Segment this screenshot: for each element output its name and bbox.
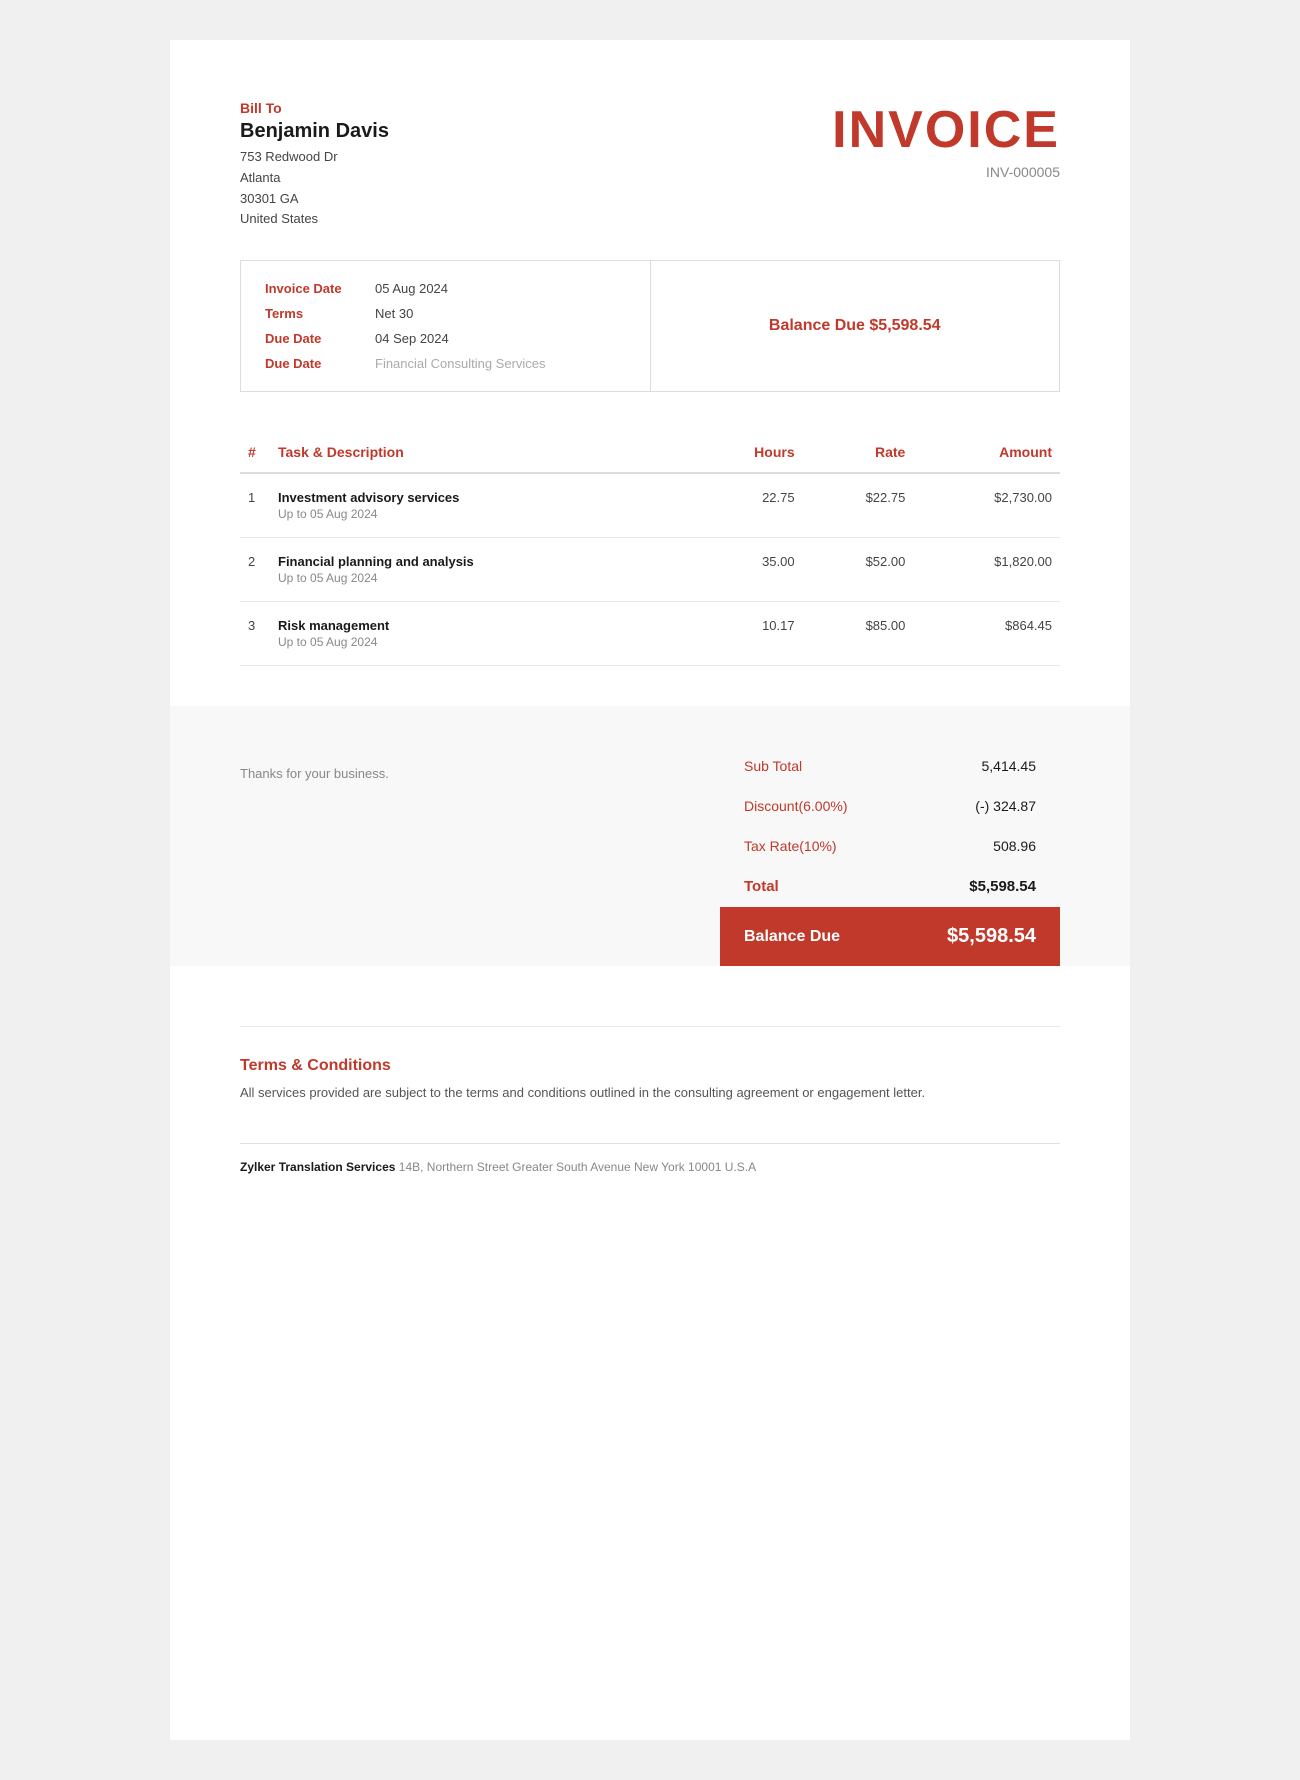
footer-area: Thanks for your business. Sub Total 5,41… bbox=[170, 706, 1130, 966]
terms-label: Terms bbox=[265, 306, 375, 321]
row-rate: $85.00 bbox=[803, 602, 914, 666]
col-rate: Rate bbox=[803, 432, 914, 473]
company-name: Zylker Translation Services bbox=[240, 1160, 395, 1174]
total-value: $5,598.54 bbox=[969, 878, 1036, 895]
address-line3: 30301 GA bbox=[240, 189, 389, 210]
due-date-row2: Due Date Financial Consulting Services bbox=[265, 356, 626, 371]
row-hours: 10.17 bbox=[691, 602, 803, 666]
row-hours: 22.75 bbox=[691, 473, 803, 538]
tax-label: Tax Rate(10%) bbox=[744, 838, 837, 854]
terms-text: All services provided are subject to the… bbox=[240, 1083, 1060, 1103]
terms-section: Terms & Conditions All services provided… bbox=[240, 1026, 1060, 1103]
meta-right: Balance Due $5,598.54 bbox=[651, 261, 1060, 391]
row-hours: 35.00 bbox=[691, 538, 803, 602]
client-name: Benjamin Davis bbox=[240, 120, 389, 143]
row-description: Financial planning and analysis Up to 05… bbox=[270, 538, 691, 602]
invoice-date-label: Invoice Date bbox=[265, 281, 375, 296]
row-amount: $1,820.00 bbox=[913, 538, 1060, 602]
company-address-text: 14B, Northern Street Greater South Avenu… bbox=[399, 1160, 756, 1174]
row-rate: $52.00 bbox=[803, 538, 914, 602]
terms-title: Terms & Conditions bbox=[240, 1057, 1060, 1075]
table-row: 1 Investment advisory services Up to 05 … bbox=[240, 473, 1060, 538]
row-num: 1 bbox=[240, 473, 270, 538]
bottom-footer: Zylker Translation Services 14B, Norther… bbox=[240, 1143, 1060, 1174]
col-description: Task & Description bbox=[270, 432, 691, 473]
address-line2: Atlanta bbox=[240, 168, 389, 189]
totals-block: Sub Total 5,414.45 Discount(6.00%) (-) 3… bbox=[720, 746, 1060, 966]
discount-value: (-) 324.87 bbox=[975, 798, 1036, 814]
discount-label: Discount(6.00%) bbox=[744, 798, 848, 814]
row-num: 3 bbox=[240, 602, 270, 666]
due-date-row: Due Date 04 Sep 2024 bbox=[265, 331, 626, 346]
balance-due-header-box: Balance Due $5,598.54 bbox=[769, 317, 941, 335]
row-amount: $2,730.00 bbox=[913, 473, 1060, 538]
item-description-main: Financial planning and analysis bbox=[278, 554, 683, 569]
balance-due-row: Balance Due $5,598.54 bbox=[720, 907, 1060, 966]
invoice-title: INVOICE bbox=[832, 100, 1060, 160]
discount-row: Discount(6.00%) (-) 324.87 bbox=[720, 786, 1060, 826]
balance-due-header-value: $5,598.54 bbox=[869, 317, 940, 334]
subtotal-label: Sub Total bbox=[744, 758, 802, 774]
meta-section: Invoice Date 05 Aug 2024 Terms Net 30 Du… bbox=[240, 260, 1060, 392]
balance-due-final-value: $5,598.54 bbox=[947, 925, 1036, 948]
tax-value: 508.96 bbox=[993, 838, 1036, 854]
row-rate: $22.75 bbox=[803, 473, 914, 538]
col-amount: Amount bbox=[913, 432, 1060, 473]
row-description: Investment advisory services Up to 05 Au… bbox=[270, 473, 691, 538]
due-date-value2: Financial Consulting Services bbox=[375, 356, 546, 371]
bill-to-block: Bill To Benjamin Davis 753 Redwood Dr At… bbox=[240, 100, 389, 230]
client-address: 753 Redwood Dr Atlanta 30301 GA United S… bbox=[240, 147, 389, 230]
items-table: # Task & Description Hours Rate Amount 1… bbox=[240, 432, 1060, 666]
invoice-date-row: Invoice Date 05 Aug 2024 bbox=[265, 281, 626, 296]
balance-due-header-label: Balance Due $5,598.54 bbox=[769, 317, 941, 335]
item-sub-desc: Up to 05 Aug 2024 bbox=[278, 507, 683, 521]
thanks-note: Thanks for your business. bbox=[240, 746, 389, 821]
due-date-label: Due Date bbox=[265, 331, 375, 346]
terms-value: Net 30 bbox=[375, 306, 413, 321]
bill-to-label: Bill To bbox=[240, 100, 389, 116]
address-line1: 753 Redwood Dr bbox=[240, 147, 389, 168]
invoice-page: Bill To Benjamin Davis 753 Redwood Dr At… bbox=[170, 40, 1130, 1740]
address-line4: United States bbox=[240, 209, 389, 230]
invoice-date-value: 05 Aug 2024 bbox=[375, 281, 448, 296]
row-description: Risk management Up to 05 Aug 2024 bbox=[270, 602, 691, 666]
item-sub-desc: Up to 05 Aug 2024 bbox=[278, 571, 683, 585]
table-row: 3 Risk management Up to 05 Aug 2024 10.1… bbox=[240, 602, 1060, 666]
subtotal-value: 5,414.45 bbox=[982, 758, 1037, 774]
balance-due-text: Balance Due bbox=[769, 317, 869, 334]
col-num: # bbox=[240, 432, 270, 473]
balance-due-final-label: Balance Due bbox=[744, 928, 840, 946]
col-hours: Hours bbox=[691, 432, 803, 473]
total-label: Total bbox=[744, 878, 779, 895]
total-row: Total $5,598.54 bbox=[720, 866, 1060, 907]
item-description-main: Risk management bbox=[278, 618, 683, 633]
footer-inner: Thanks for your business. Sub Total 5,41… bbox=[240, 746, 1060, 966]
item-description-main: Investment advisory services bbox=[278, 490, 683, 505]
invoice-number: INV-000005 bbox=[832, 164, 1060, 180]
item-sub-desc: Up to 05 Aug 2024 bbox=[278, 635, 683, 649]
header-section: Bill To Benjamin Davis 753 Redwood Dr At… bbox=[240, 100, 1060, 230]
due-date-value: 04 Sep 2024 bbox=[375, 331, 449, 346]
row-num: 2 bbox=[240, 538, 270, 602]
table-row: 2 Financial planning and analysis Up to … bbox=[240, 538, 1060, 602]
table-header-row: # Task & Description Hours Rate Amount bbox=[240, 432, 1060, 473]
tax-row: Tax Rate(10%) 508.96 bbox=[720, 826, 1060, 866]
due-date-label2: Due Date bbox=[265, 356, 375, 371]
row-amount: $864.45 bbox=[913, 602, 1060, 666]
terms-row: Terms Net 30 bbox=[265, 306, 626, 321]
invoice-title-block: INVOICE INV-000005 bbox=[832, 100, 1060, 180]
subtotal-row: Sub Total 5,414.45 bbox=[720, 746, 1060, 786]
meta-left: Invoice Date 05 Aug 2024 Terms Net 30 Du… bbox=[241, 261, 651, 391]
